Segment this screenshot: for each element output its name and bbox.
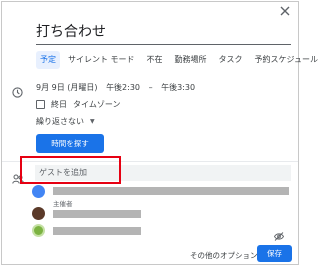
allday-checkbox[interactable]: [36, 100, 45, 109]
event-type-tabs: 予定 サイレント モード 不在 勤務場所 タスク 予約スケジュール: [36, 51, 320, 69]
repeat-label: 繰り返さない: [36, 117, 84, 126]
repeat-dropdown[interactable]: 繰り返さない ▼: [36, 116, 95, 127]
tab-task[interactable]: タスク: [215, 51, 247, 69]
tab-focus-time[interactable]: サイレント モード: [64, 51, 139, 69]
tab-appointment-schedule[interactable]: 予約スケジュール: [251, 51, 320, 69]
redacted-guest-name: [53, 227, 141, 235]
event-end-time[interactable]: 午後3:30: [161, 83, 195, 92]
time-separator: –: [148, 83, 153, 92]
tab-out-of-office[interactable]: 不在: [143, 51, 167, 69]
event-start-time[interactable]: 午後2:30: [106, 83, 140, 92]
organizer-role: 主催者: [53, 200, 73, 208]
redacted-guest-name: [53, 210, 141, 218]
save-button[interactable]: 保存: [257, 245, 292, 262]
avatar: [32, 207, 45, 220]
avatar: [32, 185, 45, 198]
event-datetime[interactable]: 9月 9日 (月曜日) 午後2:30 – 午後3:30: [36, 82, 201, 93]
annotation-highlight-box: [20, 156, 121, 184]
avatar: [32, 224, 45, 237]
event-dialog: 打ち合わせ 予定 サイレント モード 不在 勤務場所 タスク 予約スケジュール …: [1, 1, 318, 265]
find-time-button[interactable]: 時間を探す: [36, 134, 104, 153]
chevron-down-icon: ▼: [90, 118, 95, 125]
event-date[interactable]: 9月 9日 (月曜日): [36, 83, 98, 92]
allday-label: 終日: [51, 100, 67, 109]
timezone-link[interactable]: タイムゾーン: [73, 99, 120, 110]
more-options-link[interactable]: その他のオプション: [190, 250, 258, 261]
event-title-input[interactable]: 打ち合わせ: [36, 23, 291, 45]
clock-icon: [12, 83, 23, 98]
allday-row: 終日 タイムゾーン: [36, 99, 120, 110]
close-icon[interactable]: [279, 5, 291, 17]
redacted-guest-name: [53, 187, 289, 195]
eye-off-icon[interactable]: [273, 226, 285, 241]
tab-working-location[interactable]: 勤務場所: [171, 51, 211, 69]
tab-event[interactable]: 予定: [36, 51, 60, 69]
